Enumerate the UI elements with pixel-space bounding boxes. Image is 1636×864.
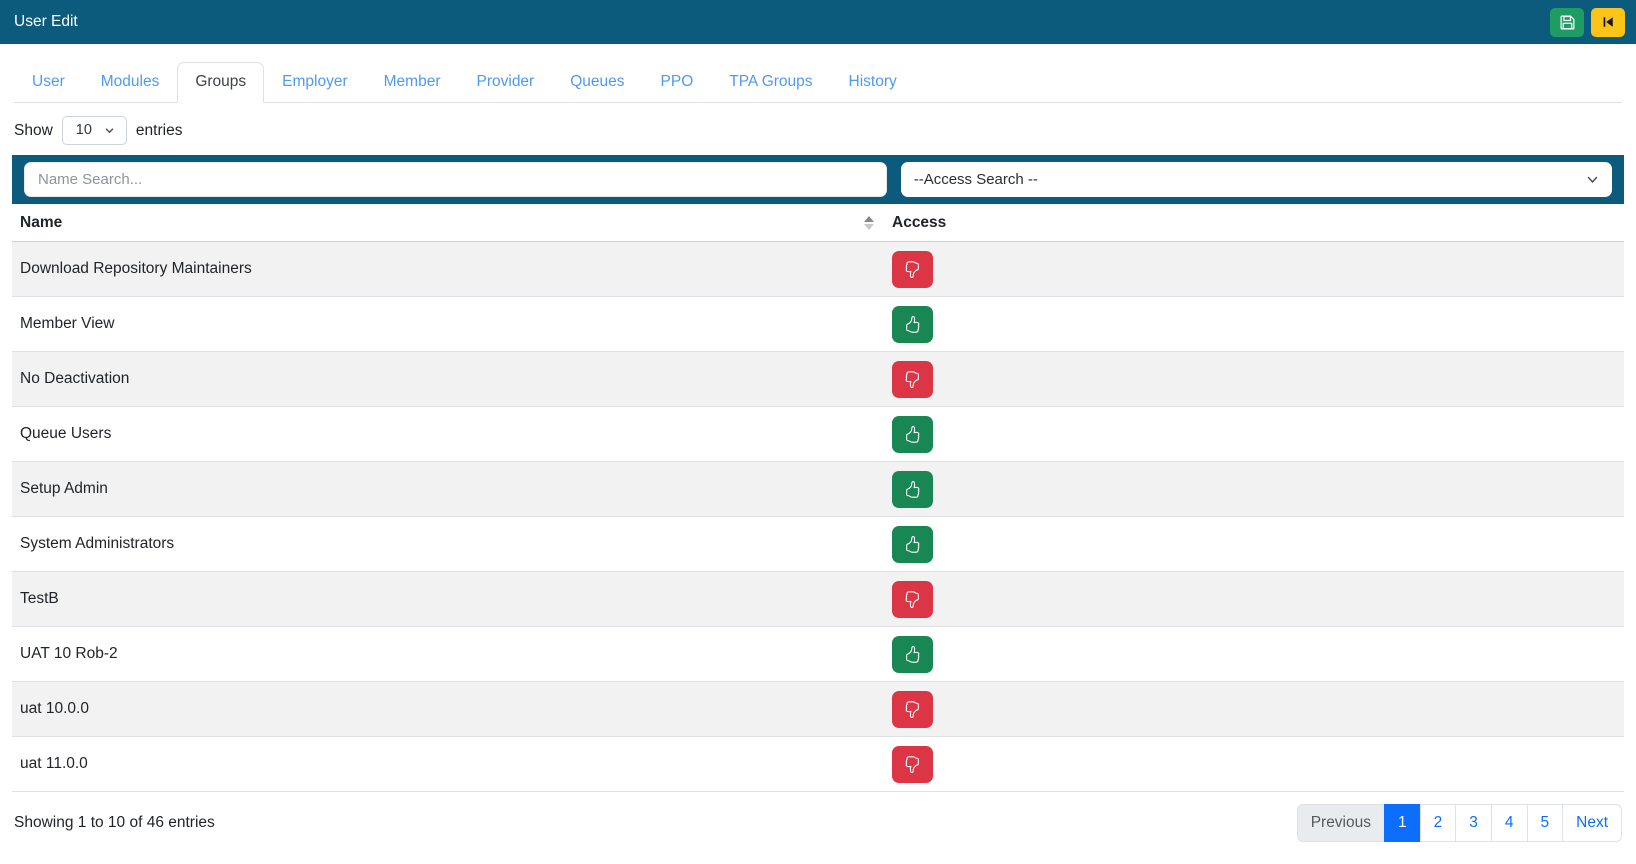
table-header-row: Name Access (12, 204, 1624, 242)
pagination-previous[interactable]: Previous (1297, 804, 1385, 842)
page-size-select[interactable]: 10 (62, 116, 127, 145)
name-search-input[interactable] (24, 162, 887, 197)
group-name-cell: TestB (12, 590, 884, 608)
tab-tpa-groups[interactable]: TPA Groups (711, 62, 830, 103)
show-label: Show (14, 122, 53, 140)
sort-ascending-icon (864, 216, 874, 230)
tab-queues[interactable]: Queues (552, 62, 642, 103)
floppy-disk-icon (1559, 14, 1576, 31)
header-actions (1550, 8, 1625, 37)
thumbs-up-button[interactable] (892, 416, 933, 453)
tab-bar: UserModulesGroupsEmployerMemberProviderQ… (14, 62, 1622, 103)
tab-provider[interactable]: Provider (459, 62, 553, 103)
table-row: uat 11.0.0 (12, 737, 1624, 792)
show-entries-control: Show 10 entries (14, 116, 1636, 145)
thumbs-down-button[interactable] (892, 746, 933, 783)
tab-employer[interactable]: Employer (264, 62, 365, 103)
thumbs-up-icon (904, 536, 921, 553)
access-cell (884, 746, 1624, 783)
pagination: Previous12345Next (1297, 804, 1622, 842)
name-column-label: Name (20, 214, 62, 232)
table-row: Member View (12, 297, 1624, 352)
thumbs-up-icon (904, 481, 921, 498)
save-button[interactable] (1550, 8, 1584, 37)
entries-label: entries (136, 122, 183, 140)
thumbs-down-icon (904, 701, 921, 718)
page-size-value: 10 (76, 122, 92, 138)
thumbs-up-button[interactable] (892, 306, 933, 343)
tab-member[interactable]: Member (366, 62, 459, 103)
group-name-cell: uat 11.0.0 (12, 755, 884, 773)
tab-user[interactable]: User (14, 62, 83, 103)
group-name-cell: Setup Admin (12, 480, 884, 498)
access-column-label: Access (892, 214, 946, 232)
groups-table: Name Access Download Repository Maintain… (12, 204, 1624, 792)
thumbs-down-icon (904, 261, 921, 278)
filter-bar: --Access Search -- (12, 155, 1624, 204)
table-row: Queue Users (12, 407, 1624, 462)
thumbs-up-button[interactable] (892, 471, 933, 508)
thumbs-down-button[interactable] (892, 581, 933, 618)
group-name-cell: uat 10.0.0 (12, 700, 884, 718)
table-body: Download Repository Maintainers Member Vi… (12, 242, 1624, 792)
table-row: TestB (12, 572, 1624, 627)
column-header-access[interactable]: Access (884, 204, 1624, 241)
access-cell (884, 526, 1624, 563)
pagination-2[interactable]: 2 (1420, 804, 1457, 842)
thumbs-up-button[interactable] (892, 526, 933, 563)
pagination-5[interactable]: 5 (1527, 804, 1564, 842)
thumbs-up-icon (904, 316, 921, 333)
table-footer: Showing 1 to 10 of 46 entries Previous12… (14, 804, 1622, 842)
table-row: UAT 10 Rob-2 (12, 627, 1624, 682)
access-cell (884, 636, 1624, 673)
go-back-button[interactable] (1591, 8, 1625, 37)
column-header-name[interactable]: Name (12, 204, 884, 241)
thumbs-up-icon (904, 426, 921, 443)
access-cell (884, 416, 1624, 453)
table-row: Download Repository Maintainers (12, 242, 1624, 297)
tab-history[interactable]: History (831, 62, 915, 103)
table-row: Setup Admin (12, 462, 1624, 517)
chevron-down-icon (1586, 173, 1599, 186)
thumbs-down-icon (904, 591, 921, 608)
pagination-1[interactable]: 1 (1384, 804, 1421, 842)
table-row: uat 10.0.0 (12, 682, 1624, 737)
entries-summary: Showing 1 to 10 of 46 entries (14, 814, 215, 832)
access-cell (884, 306, 1624, 343)
group-name-cell: UAT 10 Rob-2 (12, 645, 884, 663)
pagination-4[interactable]: 4 (1491, 804, 1528, 842)
group-name-cell: No Deactivation (12, 370, 884, 388)
access-cell (884, 471, 1624, 508)
thumbs-up-icon (904, 646, 921, 663)
page-title: User Edit (14, 13, 78, 31)
table-row: No Deactivation (12, 352, 1624, 407)
thumbs-down-icon (904, 371, 921, 388)
access-cell (884, 361, 1624, 398)
thumbs-down-icon (904, 756, 921, 773)
access-search-value: --Access Search -- (914, 171, 1038, 188)
tab-modules[interactable]: Modules (83, 62, 178, 103)
group-name-cell: Member View (12, 315, 884, 333)
access-cell (884, 581, 1624, 618)
pagination-3[interactable]: 3 (1455, 804, 1492, 842)
thumbs-down-button[interactable] (892, 361, 933, 398)
access-cell (884, 691, 1624, 728)
table-row: System Administrators (12, 517, 1624, 572)
chevron-down-icon (104, 125, 115, 136)
top-header-bar: User Edit (0, 0, 1636, 44)
group-name-cell: System Administrators (12, 535, 884, 553)
access-cell (884, 251, 1624, 288)
tab-groups[interactable]: Groups (177, 62, 264, 103)
thumbs-down-button[interactable] (892, 691, 933, 728)
group-name-cell: Download Repository Maintainers (12, 260, 884, 278)
skip-back-icon (1601, 15, 1615, 29)
thumbs-up-button[interactable] (892, 636, 933, 673)
access-search-select[interactable]: --Access Search -- (901, 162, 1612, 197)
tab-ppo[interactable]: PPO (643, 62, 712, 103)
group-name-cell: Queue Users (12, 425, 884, 443)
thumbs-down-button[interactable] (892, 251, 933, 288)
pagination-next[interactable]: Next (1562, 804, 1622, 842)
